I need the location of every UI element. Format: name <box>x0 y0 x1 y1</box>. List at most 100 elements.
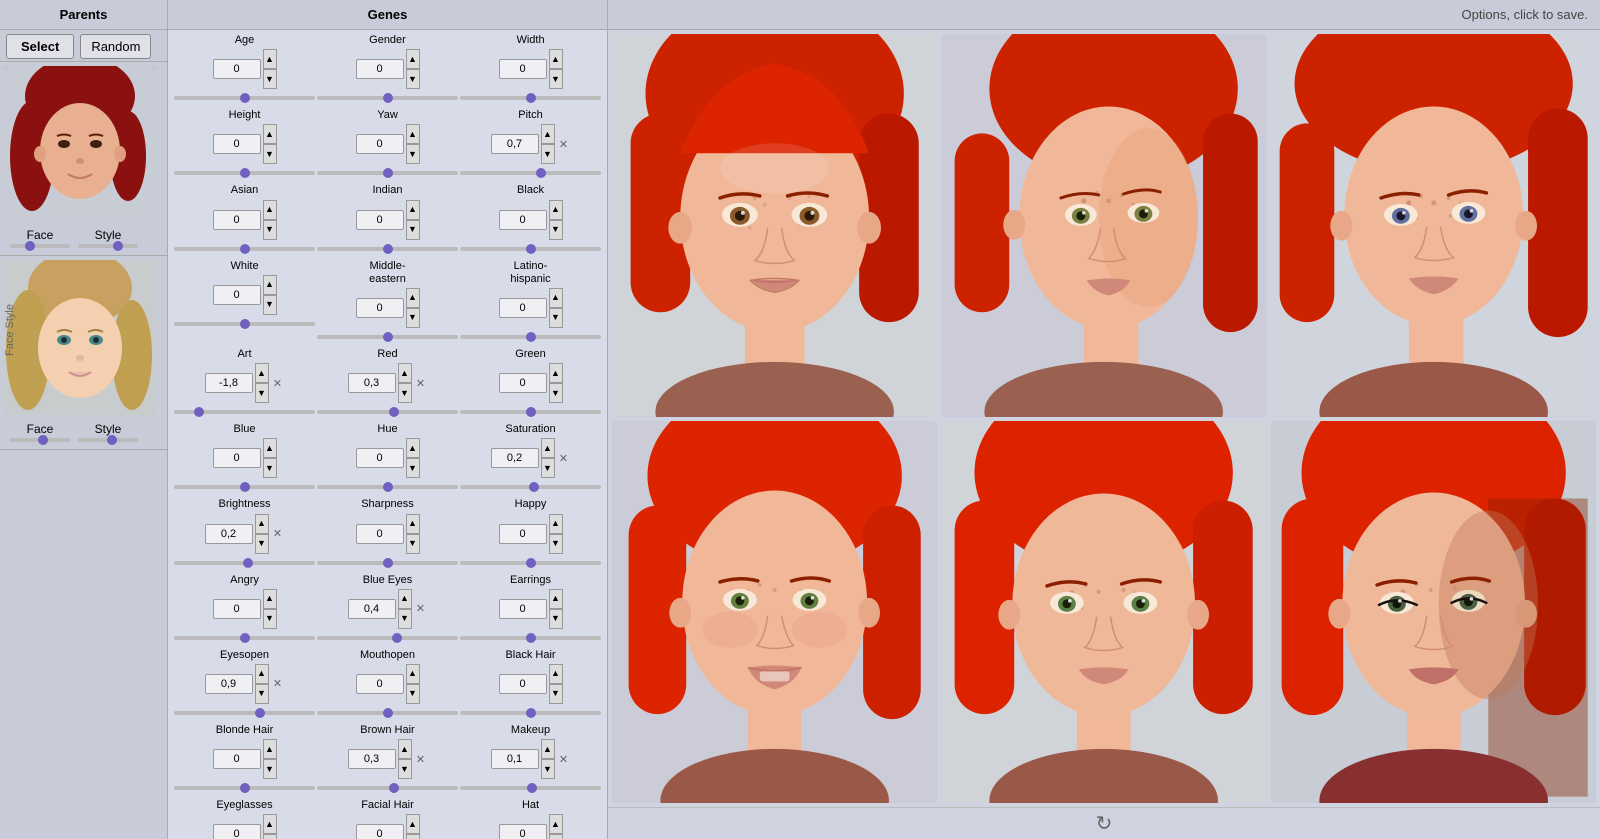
random-button[interactable]: Random <box>80 34 151 59</box>
gene-slider-3-2[interactable] <box>460 335 601 339</box>
gene-slider-5-1[interactable] <box>317 485 458 489</box>
gene-slider-0-0[interactable] <box>174 96 315 100</box>
gene-spin-down-1-0[interactable]: ▼ <box>263 144 277 164</box>
gene-slider-1-1[interactable] <box>317 171 458 175</box>
gene-spin-down-3-2[interactable]: ▼ <box>549 308 563 328</box>
gene-spin-up-5-2[interactable]: ▲ <box>541 438 555 458</box>
gene-spin-up-7-2[interactable]: ▲ <box>549 589 563 609</box>
gene-spin-up-1-0[interactable]: ▲ <box>263 124 277 144</box>
gene-input-3-1[interactable] <box>356 298 404 318</box>
gene-input-0-1[interactable] <box>356 59 404 79</box>
gene-input-9-2[interactable] <box>491 749 539 769</box>
gene-spin-up-0-2[interactable]: ▲ <box>549 49 563 69</box>
gene-input-5-2[interactable] <box>491 448 539 468</box>
gene-slider-8-1[interactable] <box>317 711 458 715</box>
gene-spin-up-3-0[interactable]: ▲ <box>263 275 277 295</box>
gene-spin-down-8-1[interactable]: ▼ <box>406 684 420 704</box>
gene-input-4-0[interactable] <box>205 373 253 393</box>
gene-spin-down-7-1[interactable]: ▼ <box>398 609 412 629</box>
gene-slider-9-1[interactable] <box>317 786 458 790</box>
gene-input-4-1[interactable] <box>348 373 396 393</box>
gene-spin-up-5-0[interactable]: ▲ <box>263 438 277 458</box>
portrait-cell-1[interactable] <box>941 34 1266 417</box>
gene-spin-up-1-1[interactable]: ▲ <box>406 124 420 144</box>
gene-slider-6-2[interactable] <box>460 561 601 565</box>
gene-spin-down-2-0[interactable]: ▼ <box>263 220 277 240</box>
gene-input-7-2[interactable] <box>499 599 547 619</box>
gene-clear-7-1[interactable]: ✕ <box>414 599 428 619</box>
gene-slider-4-1[interactable] <box>317 410 458 414</box>
gene-input-3-2[interactable] <box>499 298 547 318</box>
gene-slider-9-2[interactable] <box>460 786 601 790</box>
gene-slider-8-2[interactable] <box>460 711 601 715</box>
gene-spin-down-4-2[interactable]: ▼ <box>549 383 563 403</box>
gene-slider-7-1[interactable] <box>317 636 458 640</box>
gene-input-9-1[interactable] <box>348 749 396 769</box>
gene-spin-down-4-1[interactable]: ▼ <box>398 383 412 403</box>
gene-slider-6-1[interactable] <box>317 561 458 565</box>
parent-2-portrait[interactable] <box>4 260 156 415</box>
gene-clear-4-0[interactable]: ✕ <box>271 373 285 393</box>
gene-spin-up-7-1[interactable]: ▲ <box>398 589 412 609</box>
gene-slider-2-2[interactable] <box>460 247 601 251</box>
gene-spin-down-5-0[interactable]: ▼ <box>263 458 277 478</box>
refresh-button[interactable]: ↻ <box>1096 811 1113 836</box>
portrait-cell-2[interactable] <box>1271 34 1596 417</box>
gene-spin-down-10-1[interactable]: ▼ <box>406 834 420 839</box>
gene-spin-down-4-0[interactable]: ▼ <box>255 383 269 403</box>
gene-spin-up-0-1[interactable]: ▲ <box>406 49 420 69</box>
gene-input-10-2[interactable] <box>499 824 547 839</box>
gene-slider-0-2[interactable] <box>460 96 601 100</box>
gene-clear-5-2[interactable]: ✕ <box>557 448 571 468</box>
gene-slider-1-2[interactable] <box>460 171 601 175</box>
gene-slider-5-0[interactable] <box>174 485 315 489</box>
gene-spin-up-3-2[interactable]: ▲ <box>549 288 563 308</box>
gene-spin-down-9-0[interactable]: ▼ <box>263 759 277 779</box>
gene-spin-down-6-1[interactable]: ▼ <box>406 534 420 554</box>
gene-input-8-2[interactable] <box>499 674 547 694</box>
gene-slider-5-2[interactable] <box>460 485 601 489</box>
gene-spin-down-8-2[interactable]: ▼ <box>549 684 563 704</box>
gene-spin-down-9-2[interactable]: ▼ <box>541 759 555 779</box>
gene-slider-4-0[interactable] <box>174 410 315 414</box>
gene-slider-6-0[interactable] <box>174 561 315 565</box>
gene-spin-down-7-0[interactable]: ▼ <box>263 609 277 629</box>
gene-spin-up-3-1[interactable]: ▲ <box>406 288 420 308</box>
gene-spin-up-2-1[interactable]: ▲ <box>406 200 420 220</box>
gene-spin-up-4-1[interactable]: ▲ <box>398 363 412 383</box>
gene-slider-8-0[interactable] <box>174 711 315 715</box>
gene-slider-0-1[interactable] <box>317 96 458 100</box>
gene-spin-down-6-2[interactable]: ▼ <box>549 534 563 554</box>
gene-spin-down-0-1[interactable]: ▼ <box>406 69 420 89</box>
gene-spin-down-6-0[interactable]: ▼ <box>255 534 269 554</box>
gene-spin-up-7-0[interactable]: ▲ <box>263 589 277 609</box>
gene-input-2-1[interactable] <box>356 210 404 230</box>
gene-spin-up-8-2[interactable]: ▲ <box>549 664 563 684</box>
gene-slider-3-1[interactable] <box>317 335 458 339</box>
gene-slider-2-0[interactable] <box>174 247 315 251</box>
gene-slider-2-1[interactable] <box>317 247 458 251</box>
gene-input-2-0[interactable] <box>213 210 261 230</box>
parent-2-style-slider[interactable] <box>78 438 138 442</box>
gene-spin-up-0-0[interactable]: ▲ <box>263 49 277 69</box>
gene-input-2-2[interactable] <box>499 210 547 230</box>
gene-clear-9-2[interactable]: ✕ <box>557 749 571 769</box>
gene-spin-up-5-1[interactable]: ▲ <box>406 438 420 458</box>
gene-spin-up-8-1[interactable]: ▲ <box>406 664 420 684</box>
gene-spin-down-2-1[interactable]: ▼ <box>406 220 420 240</box>
gene-input-7-0[interactable] <box>213 599 261 619</box>
gene-spin-up-9-0[interactable]: ▲ <box>263 739 277 759</box>
gene-input-6-0[interactable] <box>205 524 253 544</box>
gene-spin-down-7-2[interactable]: ▼ <box>549 609 563 629</box>
gene-input-3-0[interactable] <box>213 285 261 305</box>
gene-input-10-0[interactable] <box>213 824 261 839</box>
gene-clear-1-2[interactable]: ✕ <box>557 134 571 154</box>
gene-spin-up-4-2[interactable]: ▲ <box>549 363 563 383</box>
gene-spin-down-8-0[interactable]: ▼ <box>255 684 269 704</box>
gene-input-4-2[interactable] <box>499 373 547 393</box>
portrait-cell-4[interactable] <box>941 421 1266 804</box>
select-button[interactable]: Select <box>6 34 74 59</box>
portrait-cell-0[interactable] <box>612 34 937 417</box>
gene-input-8-1[interactable] <box>356 674 404 694</box>
gene-spin-up-2-2[interactable]: ▲ <box>549 200 563 220</box>
